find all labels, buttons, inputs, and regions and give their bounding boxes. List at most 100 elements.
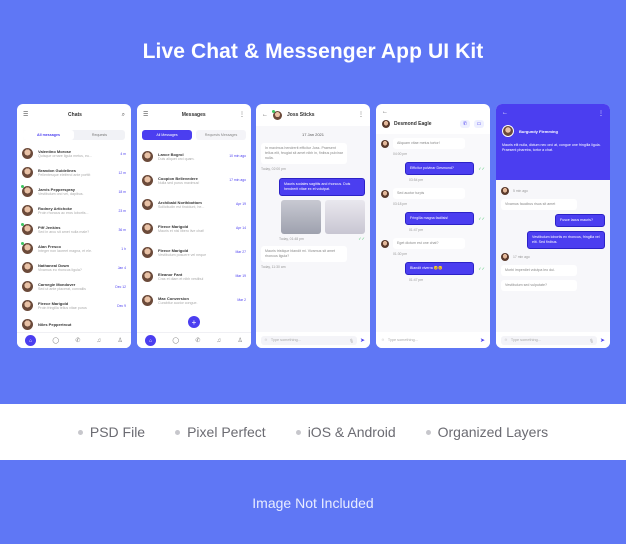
message-list-item[interactable]: Archibald Northbottom Sollicitudin est ti… (142, 192, 246, 216)
home-icon[interactable]: ⌂ (25, 335, 37, 346)
message-in: Sed auctor turpis (393, 188, 465, 200)
message-out: Vestibulum lobortis ex rhoncus, fringill… (527, 231, 605, 250)
timestamp: 4 m (120, 151, 126, 156)
send-icon[interactable]: ➤ (480, 337, 485, 344)
menu-icon[interactable]: ☰ (143, 112, 148, 118)
message-input[interactable]: Type something... (388, 338, 477, 342)
mic-icon[interactable]: 🎙 (589, 338, 594, 343)
avatar (22, 281, 33, 292)
send-icon[interactable]: ➤ (600, 337, 605, 344)
chat-list-item[interactable]: Piff Jenkins Sed in arcu sit amet nulla m… (21, 220, 126, 239)
tab-group: All messages Requests (23, 130, 125, 140)
chat-body: Valentino Morose Quisque ornare ligula me… (38, 149, 115, 158)
message-list-item[interactable]: Coopion Bellevedere Nulla sed purus maxim… (142, 168, 246, 192)
read-check-icon: ✓✓ (358, 236, 365, 242)
timestamp: 12 m (118, 170, 126, 175)
timestamp: Dec 12 (115, 284, 126, 289)
menu-icon[interactable]: ☰ (23, 112, 28, 118)
timestamp: 17 min ago (513, 255, 530, 260)
chat-body: Piff Jenkins Sed in arcu sit amet nulla m… (38, 225, 113, 234)
search-icon[interactable]: ⌕ (122, 112, 125, 118)
send-icon[interactable]: ➤ (360, 337, 365, 344)
user-icon[interactable]: ♙ (237, 337, 242, 344)
timestamp: 17 min ago (229, 178, 246, 182)
feature-item: Organized Layers (425, 424, 548, 440)
back-icon[interactable]: ← (382, 109, 388, 115)
more-icon[interactable]: ⋮ (598, 110, 604, 117)
chat-body: Brandon Guidelines Pellentesque eleifend … (38, 168, 113, 177)
message-preview: Sed ut ante placerat, convallis (38, 287, 86, 291)
message-in: Mauris tristique blandit mi. Vivamus sit… (261, 246, 347, 263)
message-input[interactable]: Type something... (511, 338, 586, 342)
timestamp: Mar 27 (235, 250, 246, 254)
chat-list-item[interactable]: Fleece Marigold Proin fringilla tellus vi… (22, 296, 126, 315)
timestamp: Apr 19 (236, 202, 246, 206)
feature-label: PSD File (89, 424, 146, 440)
message-input[interactable]: Type something... (271, 338, 346, 342)
feature-item: iOS & Android (295, 424, 396, 440)
photo-thumbnail[interactable] (281, 200, 321, 235)
chat-list-item[interactable]: Rodney Artichoke Proin rhoncus ac eros lo… (22, 201, 126, 220)
contact-name: Burgundy Flemming (519, 128, 558, 134)
more-icon[interactable]: ⋮ (358, 112, 364, 118)
chat-list-item[interactable]: Jarvis Pepperspray Vestibulum orci vel, d… (21, 182, 126, 201)
tab-all-messages[interactable]: All Messages (142, 130, 192, 140)
message-in: Aliquam vitae metus tortor! (393, 138, 465, 150)
timestamp: 04:00 pm (393, 152, 408, 157)
call-button[interactable]: ✆ (460, 120, 470, 128)
screen-title: Chats (68, 112, 82, 118)
message-body: Eleanor Fant Cras et diam et nibh vestibu… (158, 272, 230, 281)
timestamp: 18 m (118, 189, 126, 194)
bell-icon[interactable]: ♫ (217, 338, 222, 344)
message-out: Fusce lacus mauris? (555, 214, 605, 228)
video-call-button[interactable]: ▭ (474, 120, 484, 128)
tab-all-messages[interactable]: All messages (23, 130, 74, 140)
more-icon[interactable]: ⋮ (239, 112, 245, 118)
phone-icon[interactable]: ✆ (195, 337, 200, 344)
back-icon[interactable]: ← (262, 112, 268, 118)
avatar (21, 223, 33, 235)
message-row: Efficitur pulvinar Desmond? ✓✓ (381, 162, 485, 176)
message-list-item[interactable]: Fleece Marigold Mauris et nisl libero liv… (142, 216, 246, 240)
chat-list-item[interactable]: Alan Fresco Integer non laoreet magna, et… (21, 239, 126, 258)
chat-list-item[interactable]: Nathaneal Down Vivamus eu rhoncus ligula?… (22, 258, 126, 277)
timestamp: Jan 4 (117, 265, 126, 270)
emoji-icon[interactable]: ☺ (381, 338, 385, 342)
message-group-header: 17 min ago (501, 253, 605, 262)
bullet-icon (77, 429, 83, 435)
emoji-icon[interactable]: ☺ (264, 338, 268, 342)
message-composer: ☺ Type something... 🎙 ➤ (496, 332, 610, 348)
bell-icon[interactable]: ♫ (97, 338, 102, 344)
chat-icon[interactable]: ◯ (52, 337, 59, 344)
chat-list-item[interactable]: Valentino Morose Quisque ornare ligula me… (22, 144, 126, 163)
chat-list-item[interactable]: Carnegie Mondover Sed ut ante placerat, c… (22, 277, 126, 296)
contact-bio: Mauris elit nulla, dictum nec orci at, c… (502, 143, 601, 153)
phone-icon[interactable]: ✆ (75, 337, 80, 344)
new-message-button[interactable]: + (188, 316, 200, 328)
photo-thumbnail[interactable] (325, 200, 365, 235)
avatar (501, 187, 509, 195)
mic-icon[interactable]: 🎙 (349, 338, 354, 343)
message-preview: Vestibulum orci vel, dapibus. (38, 192, 84, 196)
message-list-item[interactable]: Lance Bogrol Duis aliquet orci quam. 10 mi… (142, 144, 246, 168)
timestamp: Mar 19 (235, 274, 246, 278)
back-icon[interactable]: ← (502, 110, 508, 117)
tab-requests-messages[interactable]: Requests Messages (196, 130, 246, 140)
user-icon[interactable]: ♙ (117, 337, 122, 344)
message-list-item[interactable]: Fleece Marigold Vestibulum posuere vel ne… (142, 240, 246, 264)
message-in: Vivamus faucibus risus sit amet (501, 199, 577, 211)
timestamp: Today, 01:48 pm (279, 236, 304, 241)
chat-icon[interactable]: ◯ (172, 337, 179, 344)
conversation: Aliquam vitae metus tortor! 04:00 pm Effic… (376, 134, 490, 332)
emoji-icon[interactable]: ☺ (504, 338, 508, 342)
home-icon[interactable]: ⌂ (145, 335, 157, 346)
tab-requests[interactable]: Requests (74, 130, 125, 140)
avatar (22, 319, 33, 330)
chat-list-item[interactable]: Brandon Guidelines Pellentesque eleifend … (22, 163, 126, 182)
message-row: Blandit viverra 😊😊 ✓✓ (381, 262, 485, 276)
message-in: Eget dictum est one chat? (393, 238, 465, 250)
message-list-item[interactable]: Max Conversion Curabitur auctor congue. Ma… (142, 288, 246, 312)
bottom-nav: ⌂ ◯ ✆ ♫ ♙ (137, 332, 251, 348)
message-list-item[interactable]: Eleanor Fant Cras et diam et nibh vestibu… (142, 264, 246, 288)
chat-body: Carnegie Mondover Sed ut ante placerat, c… (38, 282, 110, 291)
